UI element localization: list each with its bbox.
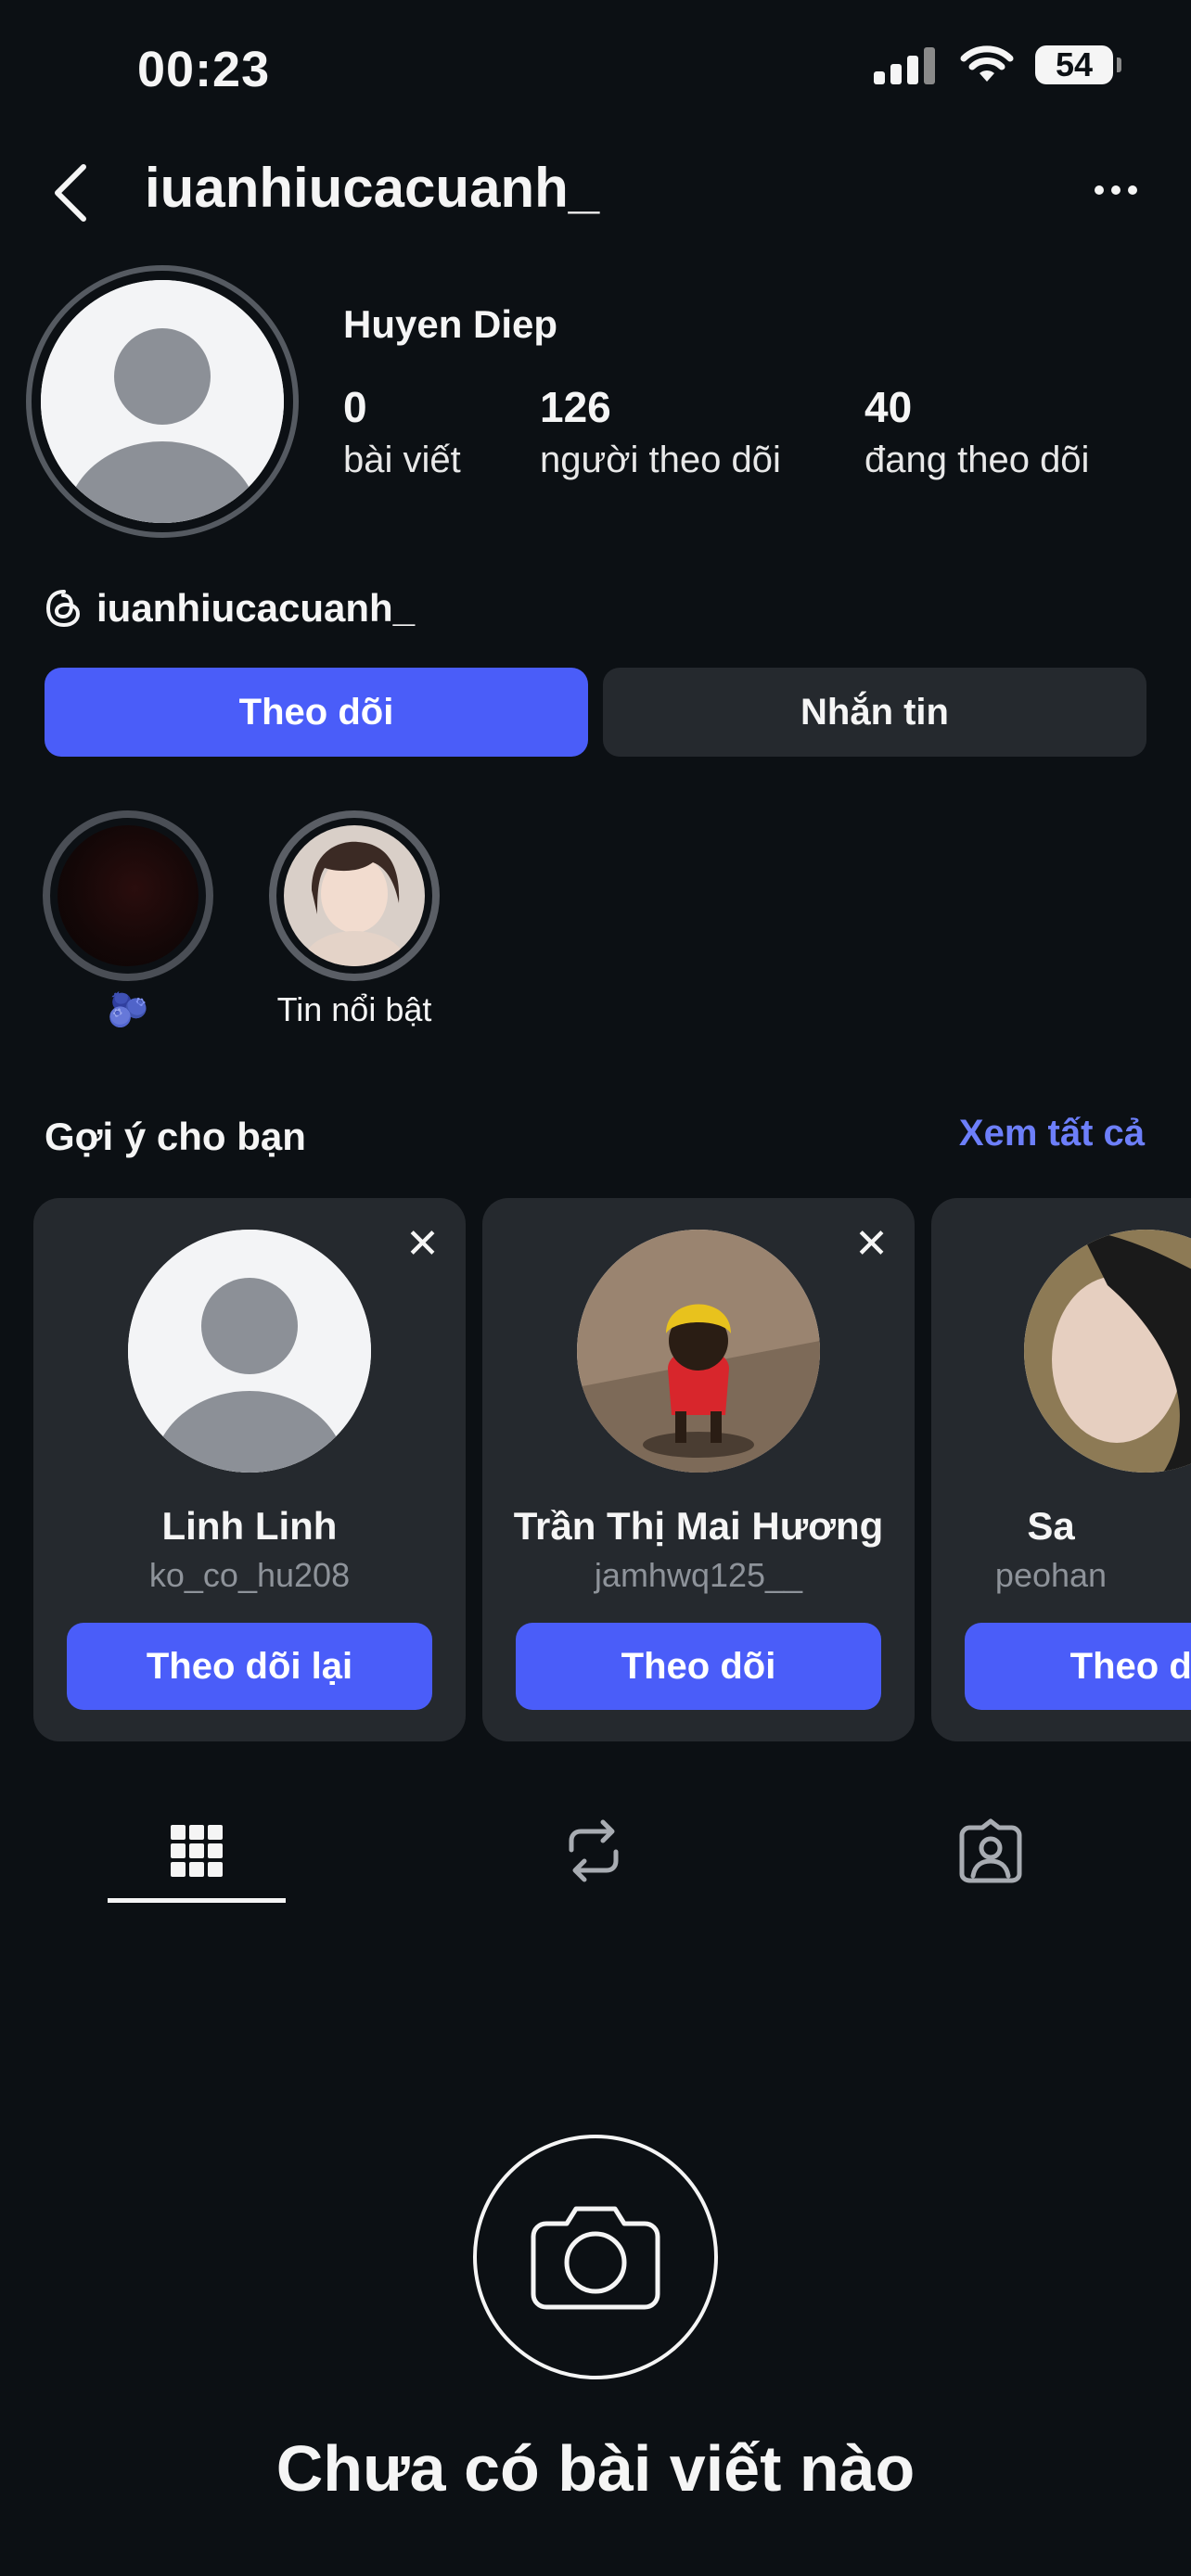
highlight-label: Tin nổi bật [276, 990, 432, 1028]
stat-following[interactable]: 40 đang theo dõi [864, 382, 1089, 481]
reposts-icon [569, 1819, 619, 1882]
suggestion-avatar[interactable] [128, 1230, 371, 1473]
follow-button[interactable]: Theo dõi [965, 1623, 1191, 1710]
more-options-icon[interactable] [1095, 185, 1137, 195]
message-button[interactable]: Nhắn tin [603, 668, 1146, 757]
tagged-tab[interactable] [954, 1814, 1028, 1888]
highlight-cover [284, 825, 425, 966]
stat-posts[interactable]: 0 bài viết [343, 382, 461, 481]
battery-indicator: 54 [1035, 45, 1121, 84]
suggestion-avatar[interactable] [577, 1230, 820, 1473]
follow-button[interactable]: Theo dõi [45, 668, 588, 757]
suggestion-card[interactable]: ✕ Trần Thị Mai Hương jamhwq125__ Theo dõ… [482, 1198, 915, 1741]
suggestion-handle: jamhwq125__ [594, 1556, 803, 1594]
grid-tab[interactable] [160, 1814, 234, 1888]
follow-back-button[interactable]: Theo dõi lại [67, 1623, 432, 1710]
threads-link[interactable]: iuanhiucacuanh_ [45, 586, 415, 631]
stat-followers-count: 126 [540, 383, 611, 431]
default-avatar-icon [128, 1230, 371, 1473]
tagged-icon [959, 1818, 1022, 1883]
default-avatar-icon [41, 280, 284, 523]
highlight-item[interactable]: 🫐 [43, 810, 213, 1029]
suggestion-name: Linh Linh [161, 1504, 338, 1548]
suggestion-handle: ko_co_hu208 [148, 1556, 351, 1594]
signal-icon [874, 47, 935, 84]
suggestion-name: Sa [1027, 1504, 1075, 1548]
stat-following-count: 40 [864, 383, 913, 431]
suggestion-card[interactable]: ✕ Linh Linh ko_co_hu208 Theo dõi lại [33, 1198, 466, 1741]
wifi-icon [960, 45, 1014, 82]
display-name: Huyen Diep [343, 302, 558, 346]
suggestion-handle: peohan [994, 1556, 1108, 1594]
suggestion-avatar[interactable] [1024, 1230, 1191, 1473]
status-icons: 54 [874, 45, 1121, 85]
stat-posts-label: bài viết [343, 440, 461, 480]
see-all-link[interactable]: Xem tất cả [959, 1113, 1145, 1154]
grid-icon [171, 1825, 223, 1877]
threads-handle: iuanhiucacuanh_ [96, 586, 416, 630]
camera-icon [531, 2206, 660, 2310]
suggestion-card[interactable]: Sa peohan Theo dõi [931, 1198, 1191, 1741]
suggestions-title: Gợi ý cho bạn [45, 1115, 306, 1158]
profile-avatar[interactable] [26, 265, 299, 538]
status-time: 00:23 [137, 42, 271, 97]
profile-username: iuanhiucacuanh_ [145, 157, 600, 219]
highlight-item[interactable]: Tin nổi bật [269, 810, 440, 1029]
threads-icon [45, 590, 81, 628]
follow-button[interactable]: Theo dõi [516, 1623, 881, 1710]
stat-posts-count: 0 [343, 383, 367, 431]
close-icon[interactable]: ✕ [405, 1224, 440, 1265]
empty-posts-title: Chưa có bài viết nào [275, 2432, 916, 2505]
stat-following-label: đang theo dõi [864, 440, 1090, 480]
active-tab-indicator [108, 1898, 286, 1903]
highlight-cover [58, 825, 198, 966]
stat-followers[interactable]: 126 người theo dõi [540, 382, 781, 481]
empty-posts-circle [473, 2135, 718, 2379]
stat-followers-label: người theo dõi [540, 440, 781, 480]
reposts-tab[interactable] [557, 1814, 631, 1888]
close-icon[interactable]: ✕ [854, 1224, 889, 1265]
back-icon[interactable] [52, 163, 89, 223]
suggestion-name: Trần Thị Mai Hương [513, 1504, 884, 1548]
highlight-label: 🫐 [107, 990, 149, 1028]
